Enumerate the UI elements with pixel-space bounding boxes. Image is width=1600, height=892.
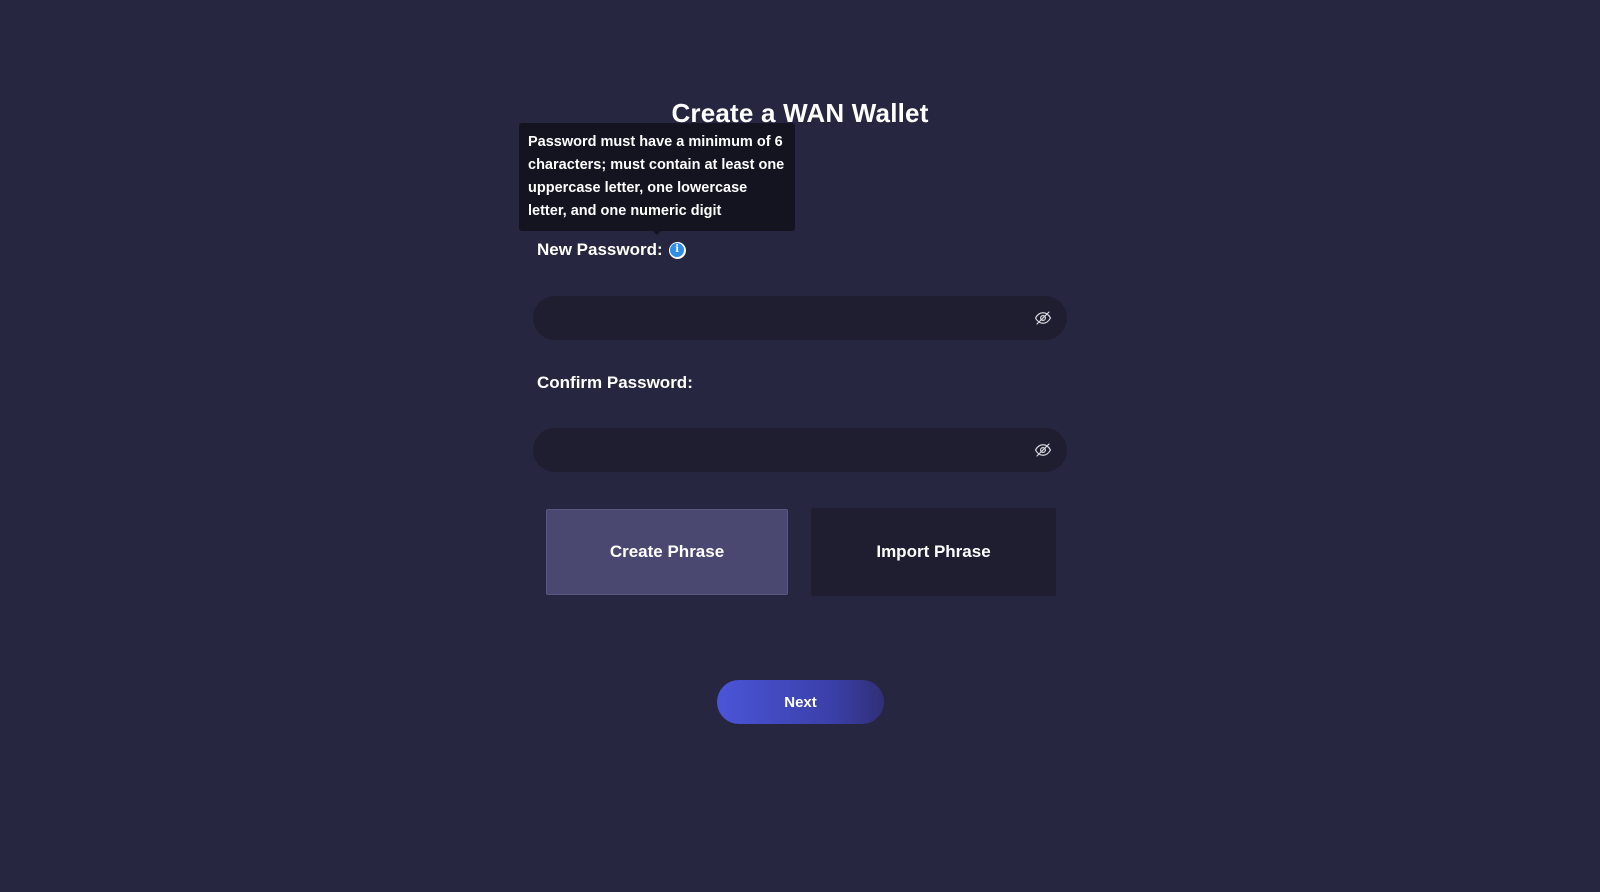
tooltip-arrow <box>651 229 663 235</box>
page-title: Create a WAN Wallet <box>671 98 929 128</box>
new-password-label: New Password: <box>537 240 663 259</box>
confirm-password-label-row: Confirm Password: <box>537 373 693 393</box>
eye-slash-icon[interactable] <box>1034 441 1052 459</box>
new-password-input[interactable] <box>533 296 1034 340</box>
confirm-password-input[interactable] <box>533 428 1034 472</box>
new-password-label-row: New Password: i <box>537 240 686 260</box>
info-icon[interactable]: i <box>668 241 686 259</box>
next-button[interactable]: Next <box>717 680 884 724</box>
eye-slash-icon[interactable] <box>1034 309 1052 327</box>
password-requirements-tooltip: Password must have a minimum of 6 charac… <box>519 123 795 231</box>
confirm-password-label: Confirm Password: <box>537 373 693 392</box>
create-phrase-button[interactable]: Create Phrase <box>546 509 788 595</box>
create-wallet-page: Create a WAN Wallet Password must have a… <box>0 0 1600 892</box>
new-password-field-wrapper <box>533 296 1067 340</box>
confirm-password-field-wrapper <box>533 428 1067 472</box>
info-icon-glyph: i <box>670 243 685 257</box>
import-phrase-button[interactable]: Import Phrase <box>811 508 1056 596</box>
